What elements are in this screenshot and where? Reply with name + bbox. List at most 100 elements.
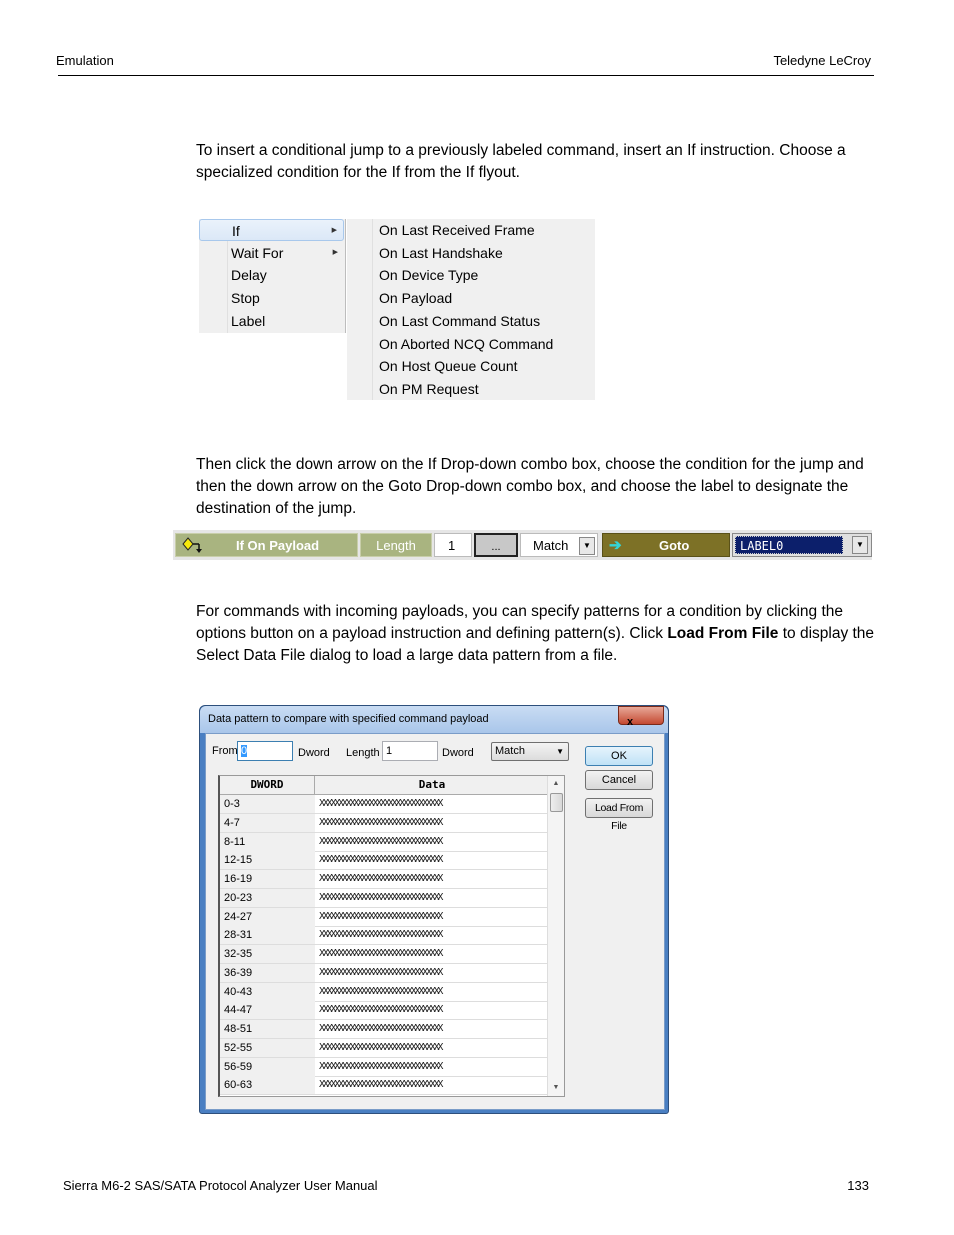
table-row[interactable]: 16-19 XXXXXXXXXXXXXXXXXXXXXXXXXXXXXXXX (220, 870, 550, 889)
data-cell[interactable]: XXXXXXXXXXXXXXXXXXXXXXXXXXXXXXXX (315, 870, 550, 889)
dword-cell: 20-23 (220, 888, 315, 908)
options-button[interactable]: ... (474, 533, 518, 557)
dword-cell: 12-15 (220, 851, 315, 871)
flyout-item[interactable]: On Device Type (379, 264, 478, 286)
cancel-button[interactable]: Cancel (585, 770, 653, 790)
chevron-down-icon: ▼ (556, 747, 564, 756)
chevron-down-icon[interactable]: ▼ (579, 537, 595, 555)
dword-cell: 36-39 (220, 963, 315, 983)
table-row[interactable]: 40-43 XXXXXXXXXXXXXXXXXXXXXXXXXXXXXXXX (220, 982, 550, 1002)
menu-item-label: Delay (231, 267, 267, 284)
flyout-item[interactable]: On PM Request (379, 378, 479, 400)
goto-label: Goto (659, 538, 690, 553)
data-cell[interactable]: XXXXXXXXXXXXXXXXXXXXXXXXXXXXXXXX (315, 1020, 550, 1039)
flyout-item[interactable]: On Host Queue Count (379, 355, 518, 377)
goto-label-value: LABEL0 (735, 536, 843, 554)
scroll-down-icon[interactable]: ▼ (548, 1080, 564, 1096)
length-input[interactable]: 1 (382, 741, 438, 761)
flyout-item[interactable]: On Aborted NCQ Command (379, 333, 553, 355)
paragraph-bold-term: Load From File (667, 625, 779, 642)
menu-item-wait-for[interactable]: Wait For ▶ (199, 242, 344, 264)
dialog-titlebar[interactable]: Data pattern to compare with specified c… (200, 706, 668, 733)
intro-paragraph: To insert a conditional jump to a previo… (196, 142, 846, 181)
table-row[interactable]: 20-23 XXXXXXXXXXXXXXXXXXXXXXXXXXXXXXXX (220, 888, 550, 908)
chevron-down-icon[interactable]: ▼ (852, 536, 868, 554)
data-cell[interactable]: XXXXXXXXXXXXXXXXXXXXXXXXXXXXXXXX (315, 907, 550, 927)
menu-item-stop[interactable]: Stop (199, 287, 344, 309)
grid-scrollbar[interactable]: ▲ ▼ (547, 776, 564, 1096)
instruction-context-menu: If ▶ Wait For ▶ Delay Stop Label (199, 219, 346, 333)
data-cell[interactable]: XXXXXXXXXXXXXXXXXXXXXXXXXXXXXXXX (315, 851, 550, 871)
data-cell[interactable]: XXXXXXXXXXXXXXXXXXXXXXXXXXXXXXXX (315, 1076, 550, 1096)
data-cell[interactable]: XXXXXXXXXXXXXXXXXXXXXXXXXXXXXXXX (315, 813, 550, 833)
table-row[interactable]: 32-35 XXXXXXXXXXXXXXXXXXXXXXXXXXXXXXXX (220, 945, 550, 964)
data-cell[interactable]: XXXXXXXXXXXXXXXXXXXXXXXXXXXXXXXX (315, 832, 550, 852)
menu-item-label: If (232, 223, 240, 239)
length-input[interactable]: 1 (434, 533, 472, 557)
menu-item-if[interactable]: If ▶ (199, 219, 344, 241)
table-row[interactable]: 12-15 XXXXXXXXXXXXXXXXXXXXXXXXXXXXXXXX (220, 851, 550, 871)
dword-cell: 48-51 (220, 1020, 315, 1039)
dword-cell: 60-63 (220, 1076, 315, 1096)
chevron-right-icon: ▶ (331, 227, 337, 234)
table-row[interactable]: 0-3 XXXXXXXXXXXXXXXXXXXXXXXXXXXXXXXX (220, 795, 550, 814)
match-select[interactable]: Match ▼ (491, 742, 569, 761)
data-cell[interactable]: XXXXXXXXXXXXXXXXXXXXXXXXXXXXXXXX (315, 1038, 550, 1058)
scroll-up-icon[interactable]: ▲ (548, 776, 564, 792)
flyout-item[interactable]: On Last Command Status (379, 310, 540, 332)
length-label-cell: Length (360, 533, 432, 557)
length-label: Length (346, 747, 380, 759)
header-company: Teledyne LeCroy (773, 53, 871, 68)
menu-gutter (372, 219, 373, 400)
flyout-item[interactable]: On Last Received Frame (379, 219, 535, 241)
data-cell[interactable]: XXXXXXXXXXXXXXXXXXXXXXXXXXXXXXXX (315, 1001, 550, 1021)
dword-cell: 0-3 (220, 795, 315, 814)
menu-item-label: Wait For (231, 244, 284, 261)
table-row[interactable]: 56-59 XXXXXXXXXXXXXXXXXXXXXXXXXXXXXXXX (220, 1057, 550, 1077)
data-cell[interactable]: XXXXXXXXXXXXXXXXXXXXXXXXXXXXXXXX (315, 795, 550, 814)
data-cell[interactable]: XXXXXXXXXXXXXXXXXXXXXXXXXXXXXXXX (315, 926, 550, 946)
close-button[interactable]: x (618, 706, 664, 728)
table-row[interactable]: 8-11 XXXXXXXXXXXXXXXXXXXXXXXXXXXXXXXX (220, 832, 550, 852)
dialog-title: Data pattern to compare with specified c… (208, 713, 489, 725)
goto-label-combo[interactable]: LABEL0 ▼ (732, 533, 872, 557)
data-cell[interactable]: XXXXXXXXXXXXXXXXXXXXXXXXXXXXXXXX (315, 945, 550, 964)
data-pattern-dialog: Data pattern to compare with specified c… (199, 705, 669, 1114)
flyout-item[interactable]: On Payload (379, 287, 452, 309)
table-row[interactable]: 4-7 XXXXXXXXXXXXXXXXXXXXXXXXXXXXXXXX (220, 813, 550, 833)
menu-item-delay[interactable]: Delay (199, 264, 344, 286)
data-cell[interactable]: XXXXXXXXXXXXXXXXXXXXXXXXXXXXXXXX (315, 982, 550, 1002)
from-input[interactable]: 0 (237, 741, 293, 761)
if-condition-combo[interactable]: If On Payload (175, 533, 358, 557)
column-header-dword[interactable]: DWORD (220, 776, 315, 795)
data-cell[interactable]: XXXXXXXXXXXXXXXXXXXXXXXXXXXXXXXX (315, 963, 550, 983)
load-from-file-button[interactable]: Load From File (585, 798, 653, 832)
table-row[interactable]: 60-63 XXXXXXXXXXXXXXXXXXXXXXXXXXXXXXXX (220, 1076, 550, 1096)
table-row[interactable]: 52-55 XXXXXXXXXXXXXXXXXXXXXXXXXXXXXXXX (220, 1038, 550, 1058)
dword-cell: 32-35 (220, 945, 315, 964)
menu-item-label[interactable]: Label (199, 310, 344, 332)
if-flyout-submenu: On Last Received Frame On Last Handshake O… (347, 219, 595, 400)
match-value: Match (533, 538, 569, 553)
dword-cell: 24-27 (220, 907, 315, 927)
column-header-data[interactable]: Data (315, 776, 550, 795)
table-row[interactable]: 44-47 XXXXXXXXXXXXXXXXXXXXXXXXXXXXXXXX (220, 1001, 550, 1021)
dword-cell: 40-43 (220, 982, 315, 1002)
dword-cell: 44-47 (220, 1001, 315, 1021)
table-row[interactable]: 24-27 XXXXXXXXXXXXXXXXXXXXXXXXXXXXXXXX (220, 907, 550, 927)
data-cell[interactable]: XXXXXXXXXXXXXXXXXXXXXXXXXXXXXXXX (315, 1057, 550, 1077)
menu-item-label: Label (231, 312, 266, 329)
scroll-thumb[interactable] (550, 793, 563, 812)
data-cell[interactable]: XXXXXXXXXXXXXXXXXXXXXXXXXXXXXXXX (315, 888, 550, 908)
table-row[interactable]: 36-39 XXXXXXXXXXXXXXXXXXXXXXXXXXXXXXXX (220, 963, 550, 983)
grid-header: DWORD Data (220, 776, 550, 795)
flyout-item[interactable]: On Last Handshake (379, 242, 503, 264)
match-combo[interactable]: Match ▼ (520, 533, 598, 557)
table-row[interactable]: 28-31 XXXXXXXXXXXXXXXXXXXXXXXXXXXXXXXX (220, 926, 550, 946)
ok-button[interactable]: OK (585, 746, 653, 766)
pattern-grid: DWORD Data 0-3 XXXXXXXXXXXXXXXXXXXXXXXXXX… (218, 775, 565, 1097)
dword-cell: 56-59 (220, 1057, 315, 1077)
table-row[interactable]: 48-51 XXXXXXXXXXXXXXXXXXXXXXXXXXXXXXXX (220, 1020, 550, 1039)
chevron-right-icon: ▶ (332, 248, 338, 256)
match-select-value: Match (495, 745, 525, 757)
